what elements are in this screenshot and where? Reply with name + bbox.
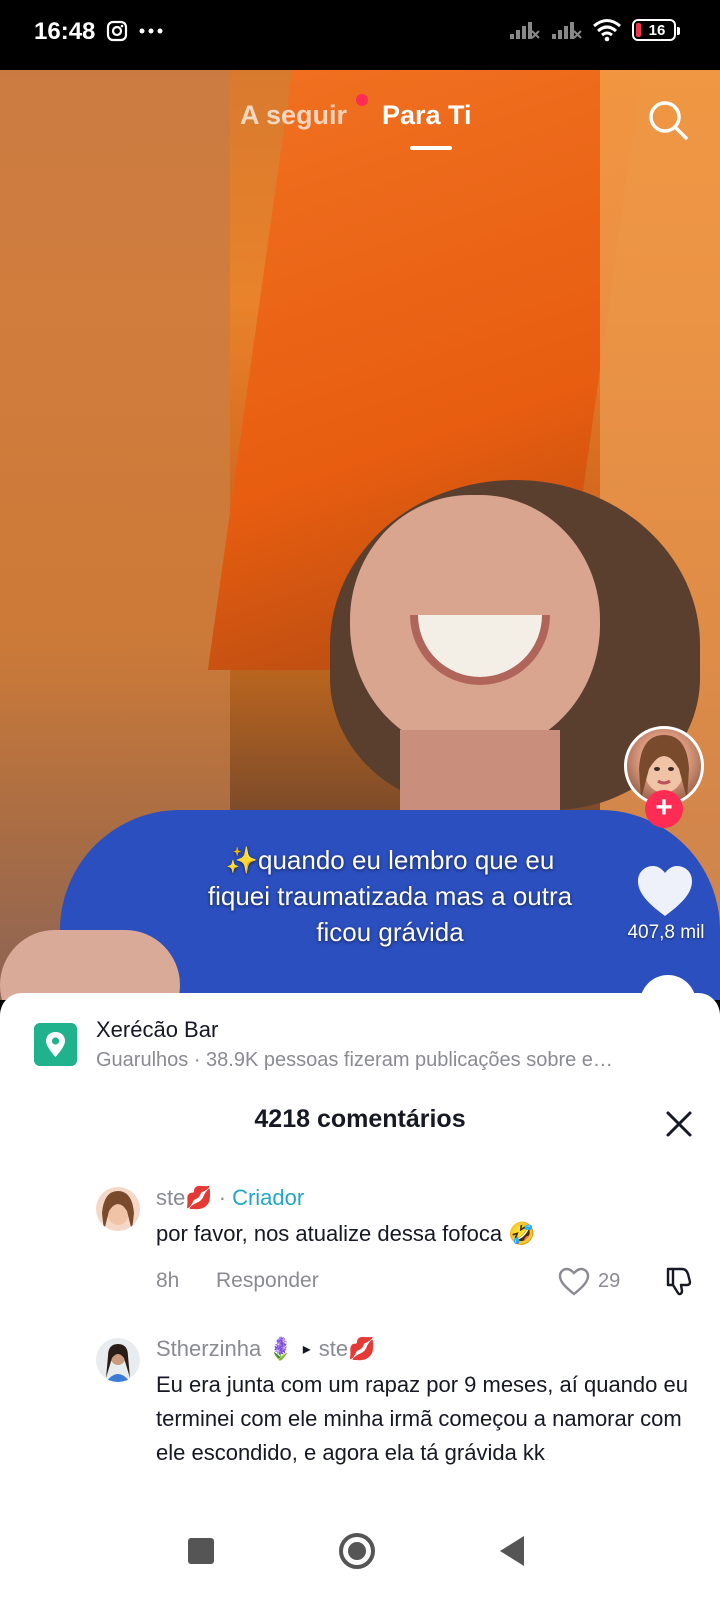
- notification-dot: [356, 94, 368, 106]
- comment-author-row: ste💋 · Criador: [156, 1185, 304, 1211]
- tab-for-you[interactable]: Para Ti: [382, 100, 472, 131]
- system-nav-bar: [0, 1500, 720, 1600]
- comment-item: ste💋 · Criador por favor, nos atualize d…: [0, 1183, 720, 1313]
- avatar-image: [96, 1187, 140, 1231]
- battery-level: 16: [648, 21, 666, 39]
- comments-count-title: 4218 comentários: [254, 1105, 466, 1133]
- status-right-icons: 16: [508, 18, 680, 42]
- comment-author[interactable]: Stherzinha 🪻: [156, 1336, 295, 1362]
- like-count: 407,8 mil: [627, 922, 705, 943]
- comment-like-count: 29: [598, 1270, 621, 1292]
- wifi-icon: [593, 19, 621, 42]
- instagram-icon: [106, 20, 128, 42]
- thumbs-down-icon[interactable]: [664, 1265, 694, 1297]
- tab-following[interactable]: A seguir: [240, 100, 347, 131]
- avatar-image: [96, 1338, 140, 1382]
- more-dots-icon: [139, 28, 163, 34]
- status-left-icons: [106, 20, 164, 42]
- reply-to-author[interactable]: ste💋: [319, 1336, 376, 1362]
- active-tab-indicator: [410, 146, 452, 150]
- reply-arrow-icon: ▸: [302, 1341, 311, 1358]
- name-separator: ·: [218, 1185, 227, 1210]
- comment-author-row: Stherzinha 🪻 ▸ ste💋: [156, 1336, 375, 1362]
- follow-button[interactable]: +: [645, 790, 683, 828]
- back-button[interactable]: [500, 1536, 524, 1566]
- reply-button[interactable]: Responder: [216, 1269, 319, 1293]
- status-time: 16:48: [34, 18, 96, 45]
- avatar[interactable]: [96, 1187, 140, 1231]
- feed-tabs: A seguir Para Ti: [0, 94, 720, 154]
- battery-indicator: 16: [632, 19, 680, 41]
- location-title: Xerécão Bar: [96, 1017, 219, 1042]
- video-caption: ✨quando eu lembro que eu fiquei traumati…: [207, 845, 573, 947]
- comment-time: 8h: [156, 1269, 180, 1292]
- comment-text: por favor, nos atualize dessa fofoca 🤣: [156, 1221, 536, 1246]
- location-banner[interactable]: Xerécão Bar Guarulhos · 38.9K pessoas fi…: [0, 993, 720, 1071]
- status-bar: 16:48 16: [0, 0, 720, 70]
- heart-outline-icon[interactable]: [558, 1267, 590, 1297]
- comments-header: 4218 comentários: [0, 1095, 720, 1145]
- home-button[interactable]: [339, 1533, 375, 1569]
- creator-badge: Criador: [232, 1185, 305, 1210]
- avatar[interactable]: [96, 1338, 140, 1382]
- close-icon[interactable]: [664, 1109, 694, 1139]
- heart-icon[interactable]: [636, 864, 694, 918]
- comment-author[interactable]: ste💋: [156, 1185, 213, 1211]
- location-pin-icon: [34, 1023, 77, 1066]
- search-icon[interactable]: [646, 98, 690, 142]
- comment-text: Eu era junta com um rapaz por 9 meses, a…: [156, 1372, 688, 1465]
- signal-icon: [552, 22, 582, 39]
- location-subtitle: Guarulhos · 38.9K pessoas fizeram public…: [96, 1049, 613, 1071]
- comment-item: Stherzinha 🪻 ▸ ste💋 Eu era junta com um …: [0, 1336, 720, 1486]
- signal-icon: [510, 22, 540, 39]
- recents-button[interactable]: [188, 1538, 214, 1564]
